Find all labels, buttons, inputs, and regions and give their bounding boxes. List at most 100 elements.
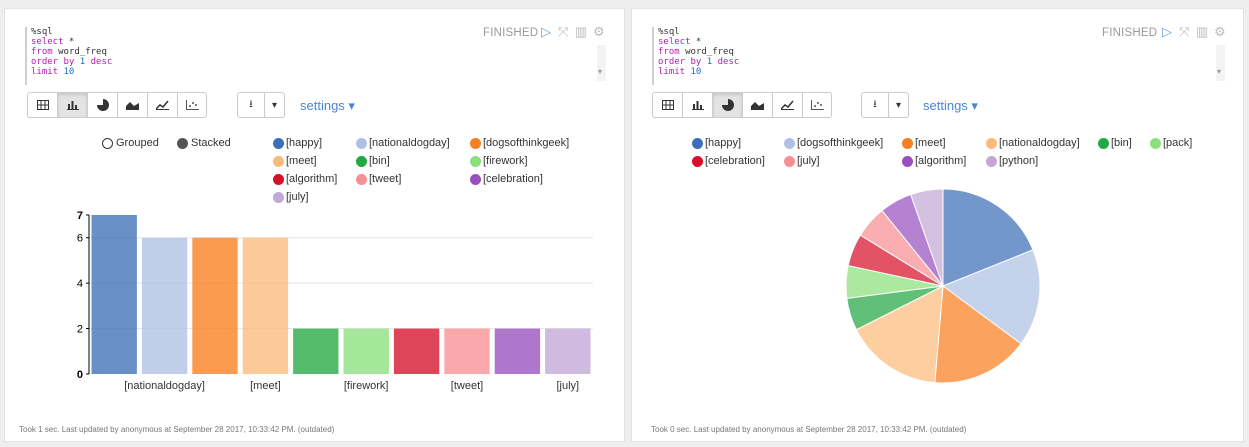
- legend-dot-icon: [273, 137, 284, 149]
- grouped-radio[interactable]: Grouped: [102, 137, 159, 149]
- grouped-label: Grouped: [116, 137, 159, 149]
- bar-happy: [91, 215, 137, 374]
- bar-chart: 0 2 4 6 7 [nationaldogday] [meet] [firework] [tw…: [77, 210, 593, 392]
- legend-dot-icon: [902, 155, 913, 167]
- line-chart-button[interactable]: [147, 92, 177, 118]
- sql-code[interactable]: %sql select * from word_freq order by 1 …: [658, 27, 739, 77]
- download-dropdown-button[interactable]: ▾: [265, 92, 285, 118]
- table-icon: [36, 100, 49, 110]
- scatter-chart-icon: [810, 100, 824, 110]
- x-tick-label: [july]: [556, 380, 579, 392]
- pie-legend-item[interactable]: [nationaldogday]: [986, 137, 1080, 149]
- legend-label: [bin]: [1111, 137, 1132, 149]
- bar-firework: [343, 328, 389, 374]
- radio-icon: [102, 137, 113, 149]
- pie-legend-item[interactable]: [july]: [784, 155, 820, 167]
- pie-legend-item[interactable]: [python]: [986, 155, 1038, 167]
- area-chart-button[interactable]: [742, 92, 772, 118]
- legend-label: [nationaldogday]: [369, 137, 450, 149]
- pie-legend-item[interactable]: [celebration]: [692, 155, 765, 167]
- editor-scrollbar[interactable]: [1216, 45, 1225, 81]
- sql-code[interactable]: %sql select * from word_freq order by 1 …: [31, 27, 112, 77]
- settings-link[interactable]: settings ▾: [300, 98, 355, 114]
- legend-dot-icon: [356, 155, 367, 167]
- expand-icon[interactable]: ⤧: [1179, 25, 1189, 39]
- table-view-button[interactable]: [27, 92, 57, 118]
- y-tick-label: 4: [77, 278, 83, 290]
- legend-label: [celebration]: [705, 155, 765, 167]
- table-view-button[interactable]: [652, 92, 682, 118]
- legend-dot-icon: [273, 173, 284, 185]
- pie-legend-item[interactable]: [pack]: [1150, 137, 1192, 149]
- legend-label: [bin]: [369, 155, 390, 167]
- legend-dot-icon: [692, 137, 703, 149]
- pie-legend-item[interactable]: [meet]: [902, 137, 946, 149]
- book-icon[interactable]: ▥: [575, 25, 587, 39]
- bar-legend-item[interactable]: [happy]: [273, 137, 322, 149]
- gear-icon[interactable]: ⚙: [1214, 25, 1226, 39]
- scatter-chart-icon: [185, 100, 199, 110]
- bar-legend-item[interactable]: [bin]: [356, 155, 390, 167]
- y-tick-label: 7: [77, 210, 83, 222]
- legend-label: [july]: [797, 155, 820, 167]
- area-chart-icon: [126, 102, 139, 110]
- bar-celebration: [494, 328, 541, 374]
- legend-label: [dogsofthinkgeek]: [797, 137, 884, 149]
- download-button[interactable]: ⭳: [861, 92, 889, 118]
- x-tick-label: [meet]: [250, 380, 281, 392]
- bar-legend-item[interactable]: [firework]: [470, 155, 528, 167]
- pie-legend-item[interactable]: [dogsofthinkgeek]: [784, 137, 883, 149]
- scatter-chart-button[interactable]: [802, 92, 832, 118]
- bar-chart-button[interactable]: [57, 92, 87, 118]
- run-icon[interactable]: ▷: [1162, 25, 1172, 39]
- bar-chart-button[interactable]: [682, 92, 712, 118]
- pie-legend-item[interactable]: [algorithm]: [902, 155, 966, 167]
- legend-dot-icon: [784, 137, 795, 149]
- run-icon[interactable]: ▷: [541, 25, 551, 39]
- expand-icon[interactable]: ⤧: [558, 25, 568, 39]
- bar-legend-item[interactable]: [dogsofthinkgeek]: [470, 137, 569, 149]
- pie-chart-button[interactable]: [712, 92, 742, 118]
- gear-icon[interactable]: ⚙: [593, 25, 605, 39]
- download-group: ⭳ ▾: [861, 92, 909, 118]
- area-chart-button[interactable]: [117, 92, 147, 118]
- status-label: FINISHED: [483, 27, 539, 39]
- editor-gutter: [652, 27, 654, 85]
- stacked-radio[interactable]: Stacked: [177, 137, 231, 149]
- scatter-chart-button[interactable]: [177, 92, 207, 118]
- pie-legend-item[interactable]: [bin]: [1098, 137, 1132, 149]
- y-tick-label: 0: [77, 369, 83, 381]
- pie-chart-button[interactable]: [87, 92, 117, 118]
- bar-legend-item[interactable]: [meet]: [273, 155, 317, 167]
- legend-dot-icon: [273, 155, 284, 167]
- editor-scrollbar[interactable]: [597, 45, 606, 81]
- bar-nationaldogday: [141, 237, 188, 374]
- caret-down-icon: ▾: [895, 99, 902, 111]
- pie-chart-icon: [721, 99, 734, 111]
- legend-dot-icon: [356, 173, 367, 185]
- legend-label: [happy]: [286, 137, 323, 149]
- book-icon[interactable]: ▥: [1196, 25, 1208, 39]
- bar-bin: [293, 328, 339, 374]
- legend-label: [pack]: [1163, 137, 1193, 149]
- settings-link[interactable]: settings ▾: [923, 98, 978, 114]
- area-chart-icon: [751, 102, 764, 110]
- y-tick-label: 6: [77, 233, 83, 245]
- pie-legend-item[interactable]: [happy]: [692, 137, 741, 149]
- bar-legend-item[interactable]: [nationaldogday]: [356, 137, 450, 149]
- download-dropdown-button[interactable]: ▾: [889, 92, 909, 118]
- chart-type-toolbar: [652, 92, 832, 120]
- legend-dot-icon: [692, 155, 703, 167]
- download-button[interactable]: ⭳: [237, 92, 265, 118]
- chart-type-toolbar: [27, 92, 207, 120]
- legend-label: [firework]: [483, 155, 528, 167]
- legend-dot-icon: [470, 155, 481, 167]
- line-chart-button[interactable]: [772, 92, 802, 118]
- status-label: FINISHED: [1102, 27, 1158, 39]
- bar-chart-icon: [691, 101, 704, 110]
- pie-chart: [845, 188, 1041, 384]
- legend-label: [meet]: [286, 155, 317, 167]
- stacked-label: Stacked: [191, 137, 231, 149]
- y-tick-label: 2: [77, 324, 83, 336]
- legend-dot-icon: [470, 173, 481, 185]
